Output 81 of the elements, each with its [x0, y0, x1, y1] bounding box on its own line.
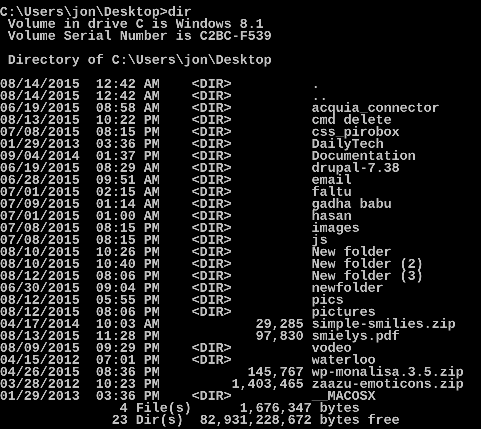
directory-marker: <DIR>: [192, 248, 232, 260]
directory-marker: <DIR>: [192, 188, 232, 200]
summary-count: 23: [112, 416, 128, 428]
directory-marker: <DIR>: [192, 128, 232, 140]
entry-time: 02:15 AM: [96, 188, 160, 200]
directory-marker: <DIR>: [192, 212, 232, 224]
entry-time: 11:28 PM: [96, 332, 160, 344]
entry-time: 01:14 AM: [96, 200, 160, 212]
file-size: 29,285: [256, 320, 304, 332]
directory-name: .: [312, 80, 320, 92]
directory-marker: <DIR>: [192, 140, 232, 152]
file-name: simple-smilies.zip: [312, 320, 456, 332]
directory-name: vodeo: [312, 344, 352, 356]
directory-marker: <DIR>: [192, 176, 232, 188]
directory-name: css_pirobox: [312, 128, 400, 140]
entry-time: 12:42 AM: [96, 92, 160, 104]
directory-marker: <DIR>: [192, 308, 232, 320]
entry-time: 08:06 PM: [96, 308, 160, 320]
entry-time: 01:37 PM: [96, 152, 160, 164]
entry-time: 09:29 PM: [96, 344, 160, 356]
directory-marker: <DIR>: [192, 260, 232, 272]
summary-label: Dir(s): [136, 416, 184, 428]
file-size: 97,830: [256, 332, 304, 344]
summary-amount: 1,676,347: [240, 404, 312, 416]
file-name: wp-monalisa.3.5.zip: [312, 368, 464, 380]
entry-date: 01/29/2013: [0, 392, 80, 404]
directory-marker: <DIR>: [192, 344, 232, 356]
directory-marker: <DIR>: [192, 200, 232, 212]
entry-time: 07:01 PM: [96, 356, 160, 368]
entry-time: 10:22 PM: [96, 116, 160, 128]
entry-time: 08:15 PM: [96, 224, 160, 236]
directory-marker: <DIR>: [192, 116, 232, 128]
directory-marker: <DIR>: [192, 104, 232, 116]
directory-heading: Directory of C:\Users\jon\Desktop: [8, 56, 272, 68]
directory-name: acquia_connector: [312, 104, 440, 116]
entry-time: 09:51 AM: [96, 176, 160, 188]
summary-count: 4: [120, 404, 128, 416]
entry-time: 08:15 PM: [96, 128, 160, 140]
directory-marker: <DIR>: [192, 152, 232, 164]
entry-time: 03:36 PM: [96, 140, 160, 152]
directory-marker: <DIR>: [192, 392, 232, 404]
entry-time: 05:55 PM: [96, 296, 160, 308]
directory-marker: <DIR>: [192, 272, 232, 284]
entry-time: 08:15 PM: [96, 236, 160, 248]
volume-info-line: Volume Serial Number is C2BC-F539: [8, 32, 272, 44]
entry-time: 10:40 PM: [96, 260, 160, 272]
directory-marker: <DIR>: [192, 296, 232, 308]
directory-name: drupal-7.38: [312, 164, 400, 176]
file-name: zaazu-emoticons.zip: [312, 380, 464, 392]
entry-time: 09:04 PM: [96, 284, 160, 296]
command-prompt: C:\Users\jon\Desktop>dir: [0, 8, 192, 20]
entry-time: 01:00 AM: [96, 212, 160, 224]
entry-time: 08:06 PM: [96, 272, 160, 284]
directory-marker: <DIR>: [192, 92, 232, 104]
file-size: 1,403,465: [232, 380, 304, 392]
summary-unit: bytes free: [320, 416, 400, 428]
entry-time: 10:23 PM: [96, 380, 160, 392]
directory-name: pics: [312, 296, 344, 308]
directory-name: gadha babu: [312, 200, 392, 212]
file-name: smielys.pdf: [312, 332, 400, 344]
directory-name: js: [312, 236, 328, 248]
directory-marker: <DIR>: [192, 80, 232, 92]
summary-amount: 82,931,228,672: [200, 416, 312, 428]
entry-time: 10:03 AM: [96, 320, 160, 332]
directory-name: ..: [312, 92, 328, 104]
directory-marker: <DIR>: [192, 284, 232, 296]
directory-marker: <DIR>: [192, 224, 232, 236]
directory-marker: <DIR>: [192, 236, 232, 248]
directory-name: images: [312, 224, 360, 236]
directory-name: DailyTech: [312, 140, 384, 152]
entry-time: 08:29 AM: [96, 164, 160, 176]
summary-unit: bytes: [320, 404, 360, 416]
file-size: 145,767: [248, 368, 304, 380]
entry-time: 10:26 PM: [96, 248, 160, 260]
entry-time: 08:36 PM: [96, 368, 160, 380]
directory-marker: <DIR>: [192, 164, 232, 176]
directory-marker: <DIR>: [192, 356, 232, 368]
directory-name: pictures: [312, 308, 376, 320]
entry-time: 08:58 AM: [96, 104, 160, 116]
entry-time: 12:42 AM: [96, 80, 160, 92]
summary-label: File(s): [136, 404, 192, 416]
